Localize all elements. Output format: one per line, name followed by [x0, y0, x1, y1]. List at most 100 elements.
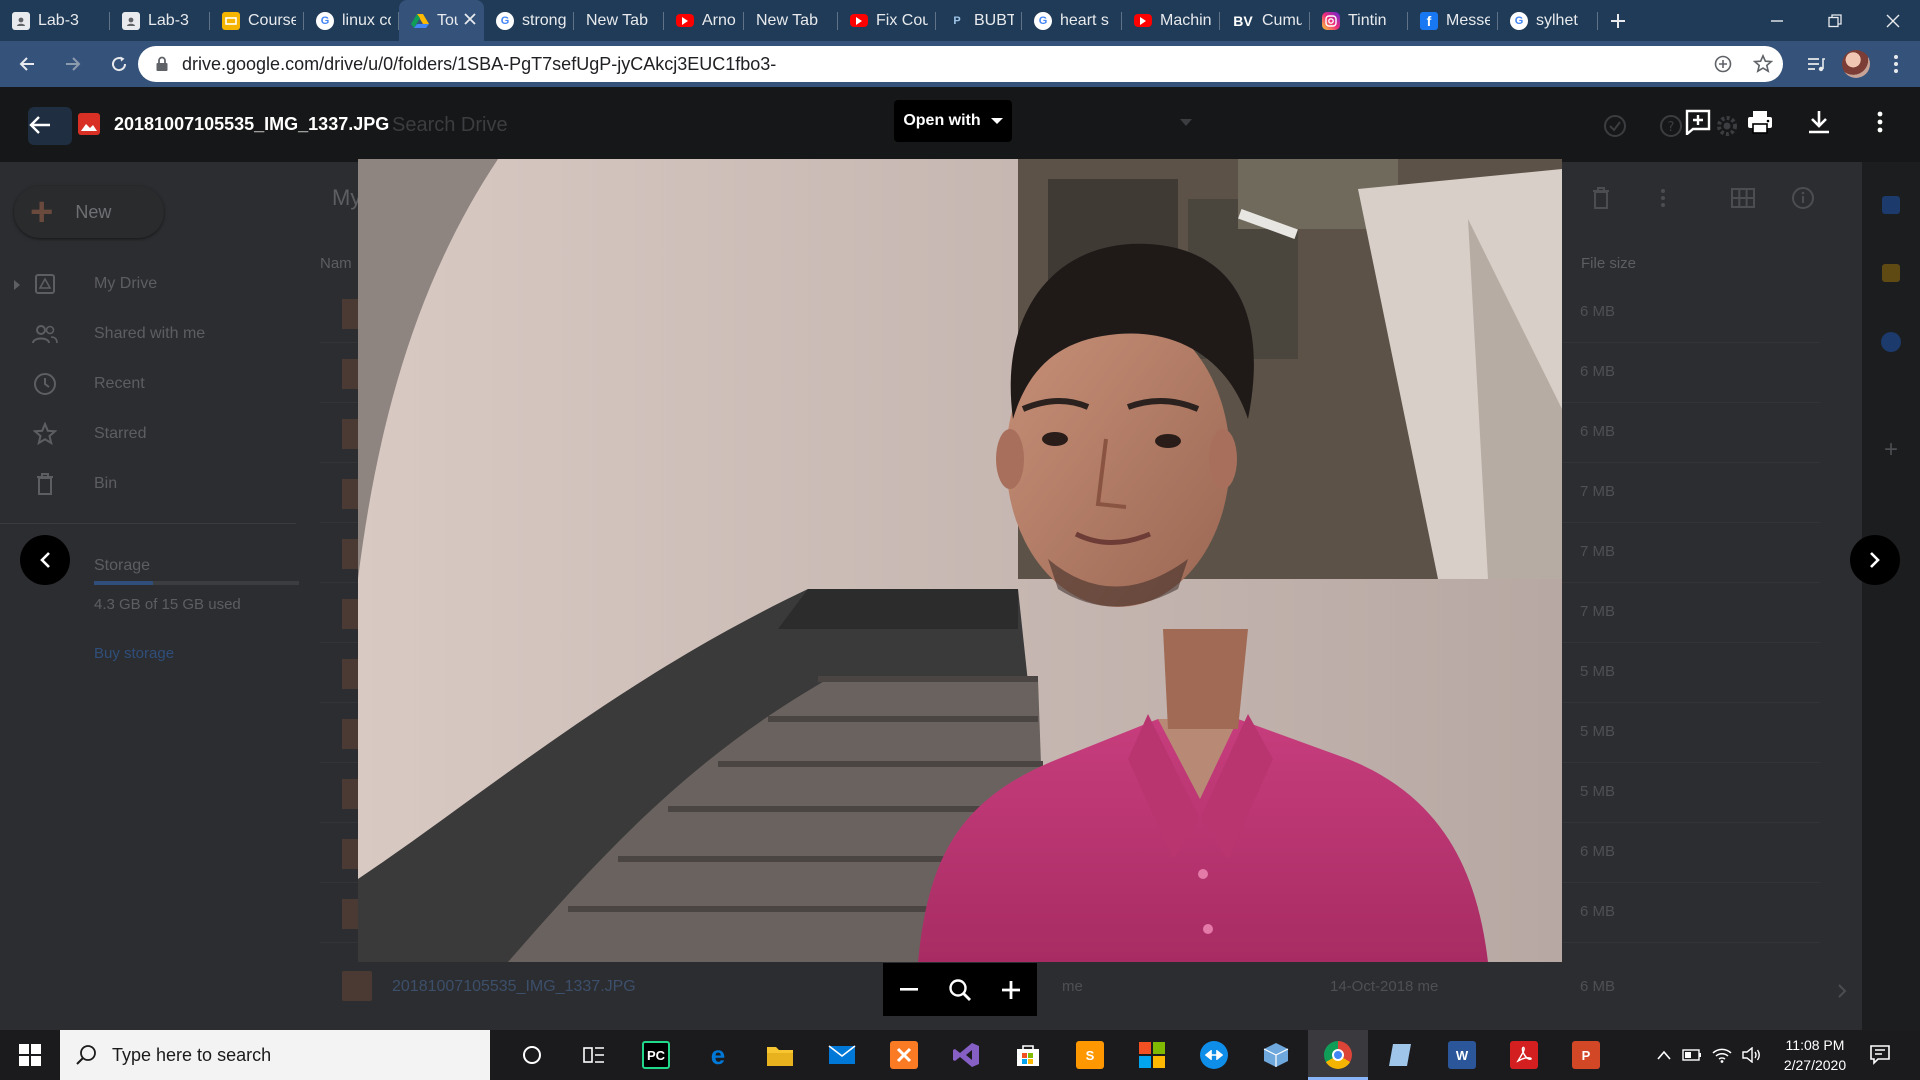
forward-button[interactable] [53, 44, 93, 84]
browser-tab[interactable]: Lab-3 [110, 0, 210, 41]
info-icon[interactable] [1788, 183, 1818, 213]
download-button[interactable] [1797, 100, 1841, 144]
install-app-button[interactable] [1703, 46, 1743, 82]
avatar[interactable] [1842, 50, 1870, 78]
close-viewer-button[interactable] [20, 105, 60, 145]
cortana-taskbar-button[interactable] [502, 1030, 562, 1080]
browser-tab[interactable]: Lab-3 [0, 0, 110, 41]
mail-taskbar-button[interactable] [812, 1030, 872, 1080]
chevron-right-icon[interactable] [1832, 981, 1852, 1001]
new-tab-button[interactable] [1598, 0, 1638, 41]
buy-storage-link[interactable]: Buy storage [94, 645, 174, 662]
url-text[interactable]: drive.google.com/drive/u/0/folders/1SBA-… [182, 54, 1703, 75]
column-header-name[interactable]: Nam [320, 255, 352, 272]
system-clock[interactable]: 11:08 PM 2/27/2020 [1770, 1035, 1860, 1075]
file-explorer-taskbar-button[interactable] [750, 1030, 810, 1080]
close-window-button[interactable] [1864, 0, 1920, 41]
zoom-reset-button[interactable] [940, 970, 980, 1010]
browser-tab[interactable]: Tintin [1310, 0, 1408, 41]
profile-button[interactable] [1836, 44, 1876, 84]
keep-icon[interactable] [1882, 264, 1900, 282]
powerpoint-taskbar-button[interactable]: P [1556, 1030, 1616, 1080]
sidebar-item-label: Recent [94, 375, 145, 392]
browser-tab[interactable]: Glinux cc [304, 0, 399, 41]
browser-tab[interactable]: f Messe [1408, 0, 1498, 41]
reload-button[interactable] [99, 44, 139, 84]
restore-button[interactable] [1806, 0, 1864, 41]
bv-icon: BV [1233, 12, 1253, 29]
edge-taskbar-button[interactable]: e [688, 1030, 748, 1080]
back-button[interactable] [7, 44, 47, 84]
add-comment-button[interactable] [1676, 100, 1720, 144]
browser-menu-button[interactable] [1876, 44, 1916, 84]
teamviewer-taskbar-button[interactable] [1184, 1030, 1244, 1080]
volume-icon[interactable] [1738, 1030, 1766, 1080]
add-addon-icon[interactable]: + [1879, 438, 1903, 462]
browser-tab[interactable]: Gsylhet [1498, 0, 1598, 41]
virtualbox-taskbar-button[interactable] [1246, 1030, 1306, 1080]
more-actions-button[interactable] [1858, 100, 1902, 144]
word-taskbar-button[interactable]: W [1432, 1030, 1492, 1080]
browser-tab[interactable]: BV Cumul [1220, 0, 1310, 41]
pycharm-taskbar-button[interactable]: PC [626, 1030, 686, 1080]
next-file-button[interactable] [1850, 535, 1900, 585]
calendar-icon[interactable] [1882, 196, 1900, 214]
browser-tab[interactable]: Arnob [664, 0, 744, 41]
browser-tab[interactable]: Gheart s [1022, 0, 1122, 41]
print-button[interactable] [1738, 100, 1782, 144]
tasks-icon[interactable] [1881, 332, 1901, 352]
grid-view-icon[interactable] [1728, 183, 1758, 213]
file-size: 7 MB [1580, 543, 1616, 560]
file-size: 6 MB [1580, 423, 1616, 440]
sublime-text-taskbar-button[interactable]: S [1060, 1030, 1120, 1080]
taskbar-search-box[interactable]: Type here to search [60, 1030, 490, 1080]
minimize-button[interactable] [1748, 0, 1806, 41]
address-bar[interactable]: drive.google.com/drive/u/0/folders/1SBA-… [138, 46, 1783, 82]
xampp-taskbar-button[interactable] [874, 1030, 934, 1080]
close-tab-icon[interactable] [464, 12, 476, 30]
search-icon [74, 1043, 98, 1067]
open-with-button[interactable]: Open with [894, 100, 1012, 142]
more-vertical-icon[interactable] [1648, 183, 1678, 213]
previous-file-button[interactable] [20, 535, 70, 585]
trash-icon [30, 469, 60, 499]
store-taskbar-button[interactable] [998, 1030, 1058, 1080]
list-title[interactable]: My [332, 185, 361, 211]
browser-tab[interactable]: New Tab [574, 0, 664, 41]
sidebar-item-bin[interactable]: Bin [30, 469, 117, 499]
sidebar-item-shared[interactable]: Shared with me [30, 319, 205, 349]
photo-preview[interactable] [358, 159, 1562, 962]
battery-icon[interactable] [1678, 1030, 1706, 1080]
zoom-in-button[interactable] [991, 970, 1031, 1010]
sidebar-item-recent[interactable]: Recent [30, 369, 145, 399]
browser-tab[interactable]: Gstrong [484, 0, 574, 41]
show-hidden-icons-button[interactable] [1650, 1030, 1678, 1080]
new-button[interactable]: + New [14, 186, 164, 238]
task-view-taskbar-button[interactable] [564, 1030, 624, 1080]
media-control-button[interactable] [1796, 44, 1836, 84]
browser-tab[interactable]: P BUBT A [936, 0, 1022, 41]
browser-tab[interactable]: Fix Cou [838, 0, 936, 41]
notification-center-button[interactable] [1860, 1030, 1900, 1080]
lock-icon[interactable] [152, 54, 172, 74]
browser-tab[interactable]: Machin [1122, 0, 1220, 41]
browser-tab[interactable]: Course [210, 0, 304, 41]
zoom-out-button[interactable] [889, 970, 929, 1010]
sidebar-item-starred[interactable]: Starred [30, 419, 146, 449]
sidebar-item-label: Starred [94, 425, 147, 442]
column-header-size[interactable]: File size [1581, 255, 1636, 272]
chrome-taskbar-button[interactable] [1308, 1030, 1368, 1080]
sidebar-item-my-drive[interactable]: My Drive [14, 269, 157, 299]
table-row[interactable]: 20181007105535_IMG_1337.JPG me 14-Oct-20… [320, 957, 1820, 1017]
browser-tab[interactable]: Tou [399, 0, 484, 41]
trash-icon[interactable] [1586, 183, 1616, 213]
visual-studio-taskbar-button[interactable] [936, 1030, 996, 1080]
app-taskbar-button[interactable] [1370, 1030, 1430, 1080]
wifi-icon[interactable] [1708, 1030, 1736, 1080]
bookmark-star-button[interactable] [1743, 46, 1783, 82]
browser-tab[interactable]: New Tab [744, 0, 838, 41]
acrobat-taskbar-button[interactable] [1494, 1030, 1554, 1080]
expand-arrow-icon[interactable] [14, 280, 20, 290]
ms-office-taskbar-button[interactable] [1122, 1030, 1182, 1080]
start-button[interactable] [0, 1030, 60, 1080]
